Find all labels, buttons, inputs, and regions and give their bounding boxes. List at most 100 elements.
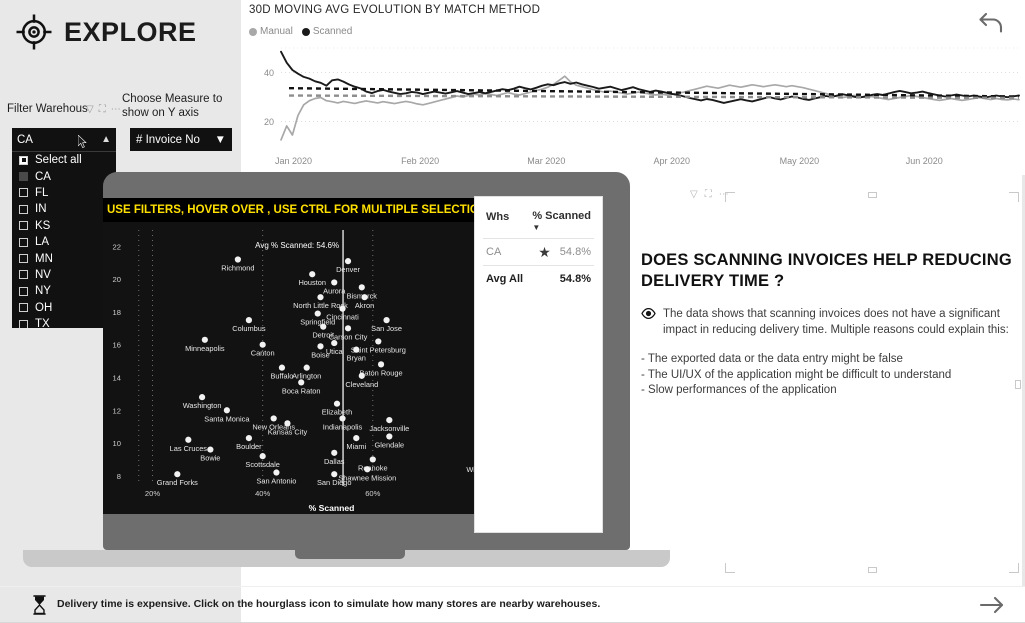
dropdown-item-oh[interactable]: OH [12,300,116,316]
checkbox-icon[interactable] [19,188,28,198]
insight-bullet: - Slow performances of the application [641,384,837,396]
more-options-icon[interactable]: ⋯ [111,104,121,116]
filter-icon[interactable]: ▽ [86,104,94,116]
table-cell-whs: CA [486,246,502,258]
svg-text:Utica: Utica [326,347,344,356]
svg-text:Aurora: Aurora [323,286,346,295]
svg-text:Richmond: Richmond [221,263,254,272]
slicer-visual-icons[interactable]: ▽ ⛶ ⋯ [86,104,121,116]
scanned-summary-table: Whs % Scanned ▼ CA ★ 54.8% Avg All 54.8% [475,197,602,532]
checkbox-icon[interactable] [19,221,28,231]
focus-mode-icon[interactable]: ⛶ [705,189,712,200]
filter-icon[interactable]: ▽ [690,189,698,200]
svg-text:40%: 40% [255,489,270,498]
svg-text:Cincinnati: Cincinnati [326,313,359,322]
dropdown-item-in[interactable]: IN [12,201,116,217]
footer-bar: Delivery time is expensive. Click on the… [0,586,1025,623]
svg-text:18: 18 [113,308,121,317]
svg-text:Jun 2020: Jun 2020 [906,156,943,166]
checkbox-icon[interactable] [19,172,28,182]
eye-icon [641,308,656,319]
checkbox-icon[interactable] [19,254,28,264]
dropdown-item-nv[interactable]: NV [12,267,116,283]
mouse-cursor-icon [78,135,87,148]
checkbox-icon[interactable] [19,270,28,280]
dropdown-item-select-all[interactable]: Select all [12,152,116,168]
svg-text:San Jose: San Jose [371,324,402,333]
svg-text:60%: 60% [365,489,380,498]
checkbox-icon[interactable] [19,237,28,247]
svg-text:16: 16 [113,341,121,350]
table-header-scanned[interactable]: % Scanned [532,210,591,222]
svg-text:Buffalo: Buffalo [270,372,293,381]
svg-text:Avg % Scanned: 54.6%: Avg % Scanned: 54.6% [255,241,339,250]
table-header-whs[interactable]: Whs [486,211,509,223]
dropdown-item-mn[interactable]: MN [12,250,116,266]
svg-text:Dallas: Dallas [324,457,345,466]
checkbox-icon[interactable] [19,303,28,313]
svg-text:Columbus: Columbus [232,324,266,333]
measure-select[interactable]: # Invoice No ▼ [130,128,232,151]
hourglass-icon[interactable] [32,595,47,615]
dropdown-item-label: OH [35,301,53,314]
insight-bullet: - The UI/UX of the application might be … [641,368,952,381]
footer-text: Delivery time is expensive. Click on the… [57,598,601,610]
table-header-row: Whs % Scanned ▼ [475,197,602,238]
legend-item-scanned[interactable]: Scanned [301,26,353,37]
svg-text:20: 20 [113,275,121,284]
dropdown-item-label: Select all [35,154,82,167]
svg-text:Canton: Canton [251,349,275,358]
dropdown-item-ca[interactable]: CA [12,168,116,184]
checkbox-icon[interactable] [19,319,28,328]
svg-text:Denver: Denver [336,265,360,274]
dropdown-item-ny[interactable]: NY [12,283,116,299]
legend-item-manual[interactable]: Manual [249,26,293,37]
svg-text:Feb 2020: Feb 2020 [401,156,439,166]
measure-label: Choose Measure to show on Y axis [122,93,223,119]
dropdown-item-label: TX [35,318,50,328]
svg-text:12: 12 [113,406,121,415]
svg-text:Washington: Washington [183,401,222,410]
checkbox-icon[interactable] [19,204,28,214]
measure-select-value: # Invoice No [136,133,200,146]
checkbox-icon[interactable] [19,286,28,296]
dropdown-item-la[interactable]: LA [12,234,116,250]
checkbox-icon[interactable] [19,155,28,165]
crosshair-target-icon [16,14,52,50]
table-cell-scanned: 54.8% [559,246,591,258]
sort-descending-icon: ▼ [532,223,541,232]
svg-text:20: 20 [264,117,274,127]
svg-text:Grand Forks: Grand Forks [157,478,198,487]
undo-arrow-icon[interactable] [975,6,1009,40]
dropdown-item-tx[interactable]: TX [12,316,116,328]
dropdown-item-fl[interactable]: FL [12,185,116,201]
legend-label-scanned: Scanned [312,26,353,37]
svg-text:Minneapolis: Minneapolis [185,344,225,353]
line-chart-legend: Manual Scanned [249,26,352,37]
svg-text:Apr 2020: Apr 2020 [653,156,690,166]
warehouse-dropdown-list[interactable]: Select all CA FL IN KS LA MN NV NY OH TX [12,151,116,328]
svg-text:Scottsdale: Scottsdale [245,460,280,469]
focus-mode-icon[interactable]: ⛶ [99,104,106,116]
line-chart-plot: 20 40 Jan 2020 Feb 2020 Mar 2020 Apr 2020 May … [264,47,1020,166]
svg-text:14: 14 [113,373,121,382]
more-options-icon[interactable]: ⋯ [719,189,729,200]
arrow-right-icon[interactable] [975,588,1009,622]
svg-text:Indianapolis: Indianapolis [323,422,363,431]
svg-text:Kansas City: Kansas City [268,427,308,436]
warehouse-slicer[interactable]: CA ▲ [12,128,116,151]
svg-text:10: 10 [113,439,121,448]
dropdown-item-ks[interactable]: KS [12,218,116,234]
dropdown-item-label: MN [35,252,53,265]
brand-title: EXPLORE [64,16,197,47]
dropdown-item-label: NY [35,285,51,298]
table-visual-icons[interactable]: ▽ ⛶ ⋯ [690,189,729,200]
svg-text:Baton Rouge: Baton Rouge [359,368,402,377]
svg-text:Carson City: Carson City [329,332,368,341]
svg-text:Bryan: Bryan [347,354,366,363]
svg-text:Shawnee Mission: Shawnee Mission [338,473,396,482]
insight-bullets: - The exported data or the data entry mi… [641,352,1019,399]
svg-text:Roanoke: Roanoke [358,463,388,472]
svg-text:% Scanned: % Scanned [309,503,355,513]
table-row[interactable]: CA ★ 54.8% [475,239,602,265]
